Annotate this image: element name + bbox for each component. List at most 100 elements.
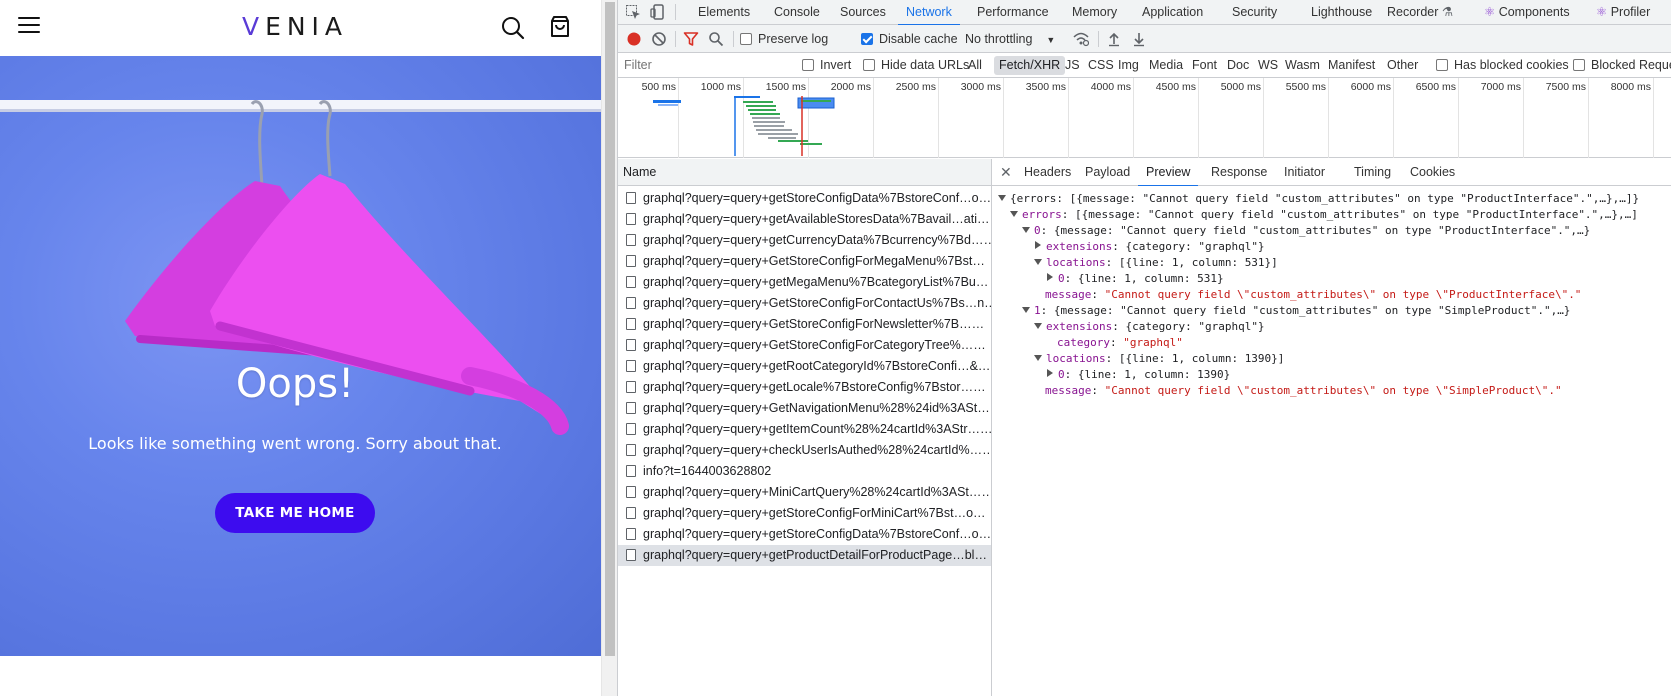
close-icon[interactable]: ✕ — [1000, 159, 1012, 186]
expand-arrow-icon[interactable] — [1010, 211, 1018, 217]
filter-type-ws[interactable]: WS — [1258, 53, 1278, 78]
filter-type-js[interactable]: JS — [1065, 53, 1080, 78]
disable-cache-checkbox[interactable]: Disable cache — [861, 25, 958, 53]
checkbox-box[interactable] — [863, 59, 875, 71]
expand-arrow-icon[interactable] — [1034, 355, 1042, 361]
tab-sources[interactable]: Sources — [840, 0, 886, 25]
take-me-home-button[interactable]: TAKE ME HOME — [215, 493, 375, 533]
request-row[interactable]: graphql?query=query+GetStoreConfigForCon… — [618, 293, 991, 314]
checkbox-box[interactable] — [861, 33, 873, 45]
request-row[interactable]: graphql?query=query+GetStoreConfigForCat… — [618, 335, 991, 356]
request-row[interactable]: graphql?query=query+getStoreConfigForMin… — [618, 503, 991, 524]
request-row[interactable]: info?t=1644003628802 — [618, 461, 991, 482]
filter-type-other[interactable]: Other — [1387, 53, 1418, 78]
request-row[interactable]: graphql?query=query+getStoreConfigData%7… — [618, 524, 991, 545]
invert-checkbox[interactable]: Invert — [802, 53, 851, 78]
request-row[interactable]: graphql?query=query+GetStoreConfigForMeg… — [618, 251, 991, 272]
request-row[interactable]: graphql?query=query+getCurrencyData%7Bcu… — [618, 230, 991, 251]
request-row[interactable]: graphql?query=query+getProductDetailForP… — [618, 545, 991, 566]
preserve-log-checkbox[interactable]: Preserve log — [740, 25, 828, 53]
throttling-select[interactable]: No throttling ▼ — [965, 25, 1055, 53]
tree-node-error-1[interactable]: 1: {message: "Cannot query field "custom… — [1022, 303, 1570, 319]
device-toolbar-icon[interactable] — [650, 4, 666, 20]
request-row[interactable]: graphql?query=query+GetStoreConfigForNew… — [618, 314, 991, 335]
filter-type-css[interactable]: CSS — [1088, 53, 1114, 78]
tree-node-locations[interactable]: locations: [{line: 1, column: 1390}] — [1034, 351, 1284, 367]
tab-lighthouse[interactable]: Lighthouse — [1311, 0, 1372, 25]
request-row[interactable]: graphql?query=query+MiniCartQuery%28%24c… — [618, 482, 991, 503]
tab-performance[interactable]: Performance — [977, 0, 1049, 25]
filter-type-all[interactable]: All — [968, 53, 982, 78]
tab-components[interactable]: ⚛ Components — [1484, 0, 1570, 25]
collapsed-arrow-icon[interactable] — [1035, 241, 1041, 249]
checkbox-box[interactable] — [802, 59, 814, 71]
filter-input[interactable] — [622, 56, 784, 74]
network-overview-timeline[interactable]: 500 ms 1000 ms 1500 ms 2000 ms 2500 ms 3000 m… — [618, 78, 1671, 158]
tree-node-extensions[interactable]: extensions: {category: "graphql"} — [1034, 319, 1265, 335]
tree-node-extensions[interactable]: extensions: {category: "graphql"} — [1034, 239, 1265, 255]
collapsed-arrow-icon[interactable] — [1047, 369, 1053, 377]
filter-type-font[interactable]: Font — [1192, 53, 1217, 78]
page-scrollbar[interactable] — [601, 0, 617, 696]
import-har-icon[interactable] — [1106, 31, 1122, 47]
tab-payload[interactable]: Payload — [1085, 159, 1130, 186]
request-row[interactable]: graphql?query=query+checkUserIsAuthed%28… — [618, 440, 991, 461]
tab-recorder[interactable]: Recorder ⚗ — [1387, 0, 1453, 25]
tab-preview[interactable]: Preview — [1137, 159, 1200, 187]
clear-icon[interactable] — [651, 31, 667, 47]
export-har-icon[interactable] — [1131, 31, 1147, 47]
checkbox-box[interactable] — [740, 33, 752, 45]
tab-initiator[interactable]: Initiator — [1284, 159, 1325, 186]
expand-arrow-icon[interactable] — [1034, 259, 1042, 265]
record-icon[interactable] — [626, 31, 642, 47]
expand-arrow-icon[interactable] — [1022, 307, 1030, 313]
tab-response[interactable]: Response — [1211, 159, 1267, 186]
request-row[interactable]: graphql?query=query+getStoreConfigData%7… — [618, 188, 991, 209]
tab-headers[interactable]: Headers — [1024, 159, 1071, 186]
shopping-bag-icon[interactable] — [548, 15, 572, 39]
collapsed-arrow-icon[interactable] — [1047, 273, 1053, 281]
filter-icon[interactable] — [683, 31, 699, 47]
tab-cookies[interactable]: Cookies — [1410, 159, 1455, 186]
search-icon[interactable] — [501, 16, 525, 40]
network-conditions-icon[interactable] — [1073, 31, 1089, 47]
tree-node-errors[interactable]: errors: [{message: "Cannot query field "… — [1010, 207, 1638, 223]
tab-network[interactable]: Network — [898, 0, 960, 26]
tab-timing[interactable]: Timing — [1354, 159, 1391, 186]
tree-node-error-0[interactable]: 0: {message: "Cannot query field "custom… — [1022, 223, 1590, 239]
filter-type-fetch-xhr[interactable]: Fetch/XHR — [994, 56, 1066, 75]
tree-node-location-0[interactable]: 0: {line: 1, column: 531} — [1046, 271, 1224, 287]
request-row[interactable]: graphql?query=query+getAvailableStoresDa… — [618, 209, 991, 230]
filter-type-img[interactable]: Img — [1118, 53, 1139, 78]
request-row[interactable]: graphql?query=query+GetNavigationMenu%28… — [618, 398, 991, 419]
name-column-header[interactable]: Name — [618, 159, 992, 186]
scrollbar-thumb[interactable] — [605, 2, 615, 656]
tab-memory[interactable]: Memory — [1072, 0, 1117, 25]
expand-arrow-icon[interactable] — [998, 195, 1006, 201]
hide-data-urls-checkbox[interactable]: Hide data URLs — [863, 53, 969, 78]
filter-type-manifest[interactable]: Manifest — [1328, 53, 1375, 78]
checkbox-box[interactable] — [1573, 59, 1585, 71]
tree-node-root[interactable]: {errors: [{message: "Cannot query field … — [998, 191, 1639, 207]
inspect-element-icon[interactable] — [625, 4, 641, 20]
tab-security[interactable]: Security — [1232, 0, 1277, 25]
tab-profiler[interactable]: ⚛ Profiler — [1596, 0, 1650, 25]
tab-console[interactable]: Console — [774, 0, 820, 25]
request-row[interactable]: graphql?query=query+getItemCount%28%24ca… — [618, 419, 991, 440]
filter-type-doc[interactable]: Doc — [1227, 53, 1249, 78]
tab-application[interactable]: Application — [1142, 0, 1203, 25]
tree-node-locations[interactable]: locations: [{line: 1, column: 531}] — [1034, 255, 1278, 271]
request-row[interactable]: graphql?query=query+getLocale%7BstoreCon… — [618, 377, 991, 398]
tab-elements[interactable]: Elements — [698, 0, 750, 25]
request-row[interactable]: graphql?query=query+getMegaMenu%7Bcatego… — [618, 272, 991, 293]
tree-node-location-0[interactable]: 0: {line: 1, column: 1390} — [1046, 367, 1230, 383]
filter-type-media[interactable]: Media — [1149, 53, 1183, 78]
expand-arrow-icon[interactable] — [1034, 323, 1042, 329]
blocked-requests-checkbox[interactable]: Blocked Reque — [1573, 53, 1671, 78]
request-row[interactable]: graphql?query=query+getRootCategoryId%7B… — [618, 356, 991, 377]
checkbox-box[interactable] — [1436, 59, 1448, 71]
search-icon[interactable] — [708, 31, 724, 47]
filter-type-wasm[interactable]: Wasm — [1285, 53, 1320, 78]
expand-arrow-icon[interactable] — [1022, 227, 1030, 233]
has-blocked-cookies-checkbox[interactable]: Has blocked cookies — [1436, 53, 1569, 78]
